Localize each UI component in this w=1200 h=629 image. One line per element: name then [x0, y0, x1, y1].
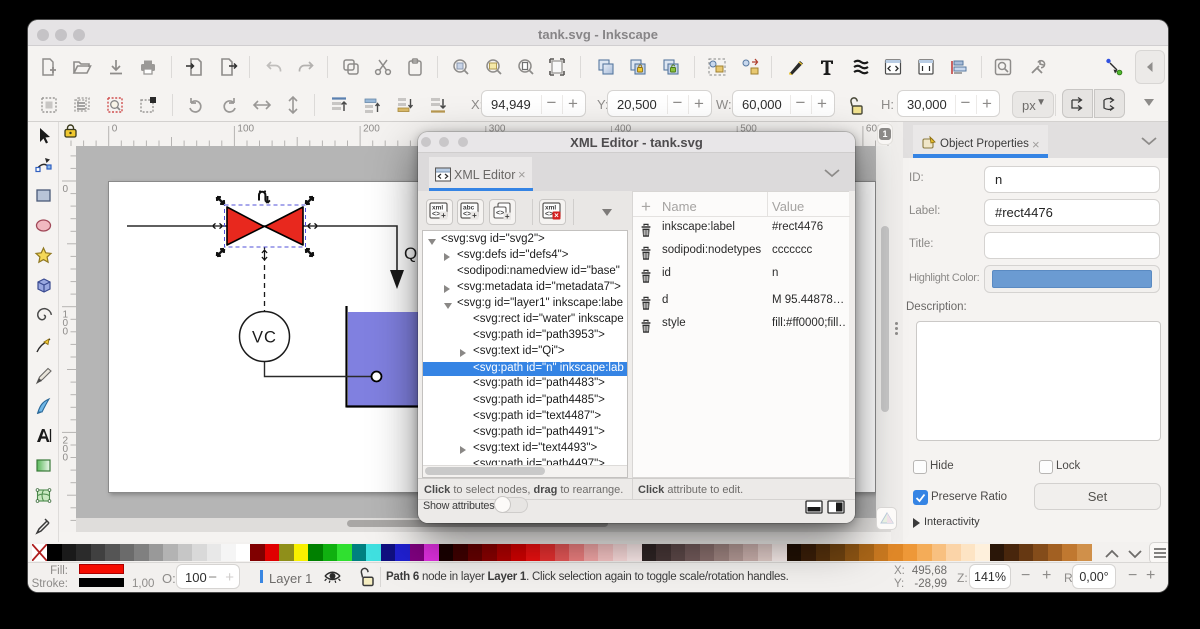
svg-text:×: ×: [554, 211, 559, 220]
svg-text:0: 0: [63, 184, 69, 195]
svg-text:0: 0: [112, 124, 118, 135]
svg-text:<>: <>: [545, 211, 553, 218]
svg-text:+: +: [472, 211, 477, 220]
svg-text:0: 0: [63, 327, 69, 338]
svg-text:Q: Q: [404, 244, 417, 263]
svg-text:200: 200: [363, 124, 380, 135]
svg-text:0: 0: [63, 452, 69, 463]
svg-text:+: +: [441, 211, 446, 220]
svg-text:<>: <>: [432, 211, 440, 218]
svg-text:<>: <>: [463, 211, 471, 218]
svg-text:100: 100: [237, 124, 254, 135]
svg-text:<>: <>: [496, 210, 504, 217]
svg-text:VC: VC: [252, 329, 277, 347]
svg-text:+: +: [505, 212, 510, 221]
